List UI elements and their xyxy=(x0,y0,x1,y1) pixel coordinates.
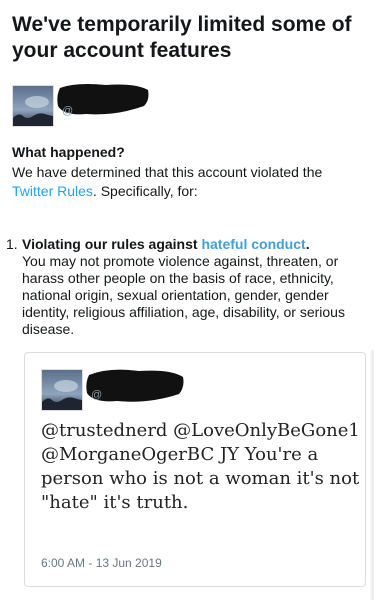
tweet-handle-prefix: @ xyxy=(91,389,103,401)
tweet-author-avatar xyxy=(41,369,83,411)
tweet-avatar-sky-image xyxy=(42,370,82,410)
violation-body: Violating our rules against hateful cond… xyxy=(22,236,364,338)
explanation-text-after: . Specifically, for: xyxy=(92,183,198,199)
page-title: We've temporarily limited some of your a… xyxy=(12,13,352,62)
violation-explanation: We have determined that this account vio… xyxy=(12,163,357,201)
reported-tweet-card: @ @trustednerd @LoveOnlyBeGone1 @Morgane… xyxy=(24,352,366,587)
twitter-rules-link[interactable]: Twitter Rules xyxy=(12,183,93,199)
violation-title-suffix: . xyxy=(305,236,310,252)
account-handle-prefix: @ xyxy=(62,105,74,117)
violation-title: Violating our rules against xyxy=(22,236,202,252)
violation-number: 1. xyxy=(6,236,18,252)
explanation-text-before: We have determined that this account vio… xyxy=(12,164,323,180)
hateful-conduct-link[interactable]: hateful conduct xyxy=(201,236,305,252)
avatar-sky-image xyxy=(13,86,53,126)
tweet-timestamp[interactable]: 6:00 AM - 13 Jun 2019 xyxy=(41,556,162,570)
what-happened-heading: What happened? xyxy=(12,144,125,160)
account-avatar xyxy=(12,85,54,127)
tweet-text: @trustednerd @LoveOnlyBeGone1 @MorganeOg… xyxy=(41,420,360,513)
violation-description: You may not promote violence against, th… xyxy=(22,253,345,337)
